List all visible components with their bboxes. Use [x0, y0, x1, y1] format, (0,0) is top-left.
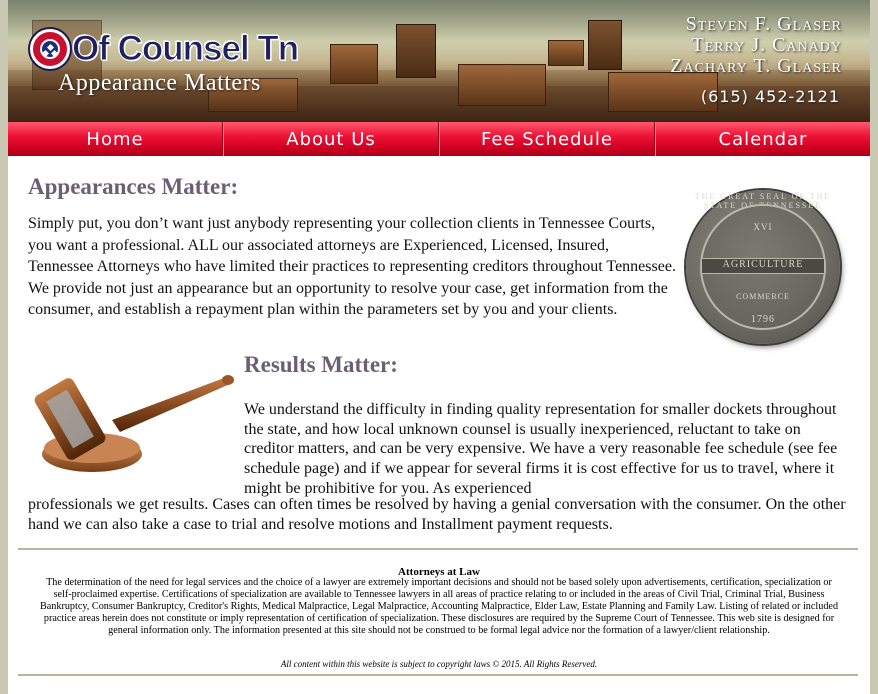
tennessee-flag-icon	[30, 29, 70, 69]
seal-year: 1796	[751, 314, 775, 325]
main-nav: Home About Us Fee Schedule Calendar	[8, 122, 870, 156]
seal-numeral: XVI	[753, 222, 773, 232]
nav-about-us[interactable]: About Us	[223, 122, 439, 156]
section-heading-appearances: Appearances Matter:	[28, 174, 239, 199]
copyright-notice: All content within this website is subje…	[280, 659, 598, 669]
footer-disclaimer: The determination of the need for legal …	[39, 577, 839, 637]
footer-divider	[18, 548, 858, 550]
nav-fee-schedule[interactable]: Fee Schedule	[439, 122, 655, 156]
courtroom-door	[588, 20, 622, 70]
section-body-results: We understand the difficulty in finding …	[244, 401, 838, 497]
site-logo[interactable]: Of Counsel Tn	[30, 28, 300, 70]
section-heading-results: Results Matter:	[244, 352, 398, 377]
seal-ring: XVI AGRICULTURE COMMERCE 1796	[700, 204, 826, 330]
attorney-names: Steven F. Glaser Terry J. Canady Zachary…	[670, 14, 842, 77]
attorney-name: Terry J. Canady	[691, 34, 842, 56]
attorney-name: Zachary T. Glaser	[670, 55, 842, 77]
section-body-appearances: Simply put, you don’t want just anybody …	[28, 215, 676, 318]
page: Of Counsel Tn Appearance Matters Steven …	[8, 0, 870, 694]
nav-home[interactable]: Home	[8, 122, 223, 156]
courtroom-door	[396, 24, 436, 78]
seal-lower-text: COMMERCE	[736, 292, 790, 301]
attorney-name: Steven F. Glaser	[685, 13, 842, 35]
nav-calendar[interactable]: Calendar	[655, 122, 870, 156]
clerk-desk	[548, 40, 584, 66]
witness-stand	[330, 44, 378, 84]
seal-band-text: AGRICULTURE	[722, 259, 804, 270]
section-body-results-continued: professionals we get results. Cases can …	[28, 496, 846, 533]
logo-title: Of Counsel Tn	[71, 29, 299, 69]
phone-number: (615) 452-2121	[700, 87, 840, 106]
tagline: Appearance Matters	[58, 70, 261, 96]
header-banner: Of Counsel Tn Appearance Matters Steven …	[8, 0, 870, 122]
counsel-table	[458, 64, 546, 106]
footer-divider	[18, 674, 858, 676]
gavel-icon	[34, 375, 234, 472]
tennessee-seal-icon: THE GREAT SEAL OF THE STATE OF TENNESSEE…	[686, 190, 840, 344]
